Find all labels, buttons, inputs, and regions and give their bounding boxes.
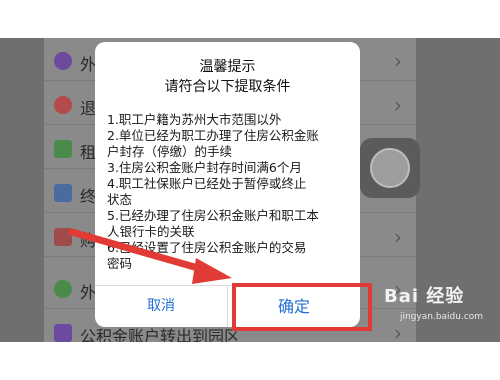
watermark-logo: Bai 经验 (384, 286, 465, 307)
watermark-url: jingyan.baidu.com (400, 312, 484, 322)
pointer-arrow-icon (68, 228, 232, 284)
